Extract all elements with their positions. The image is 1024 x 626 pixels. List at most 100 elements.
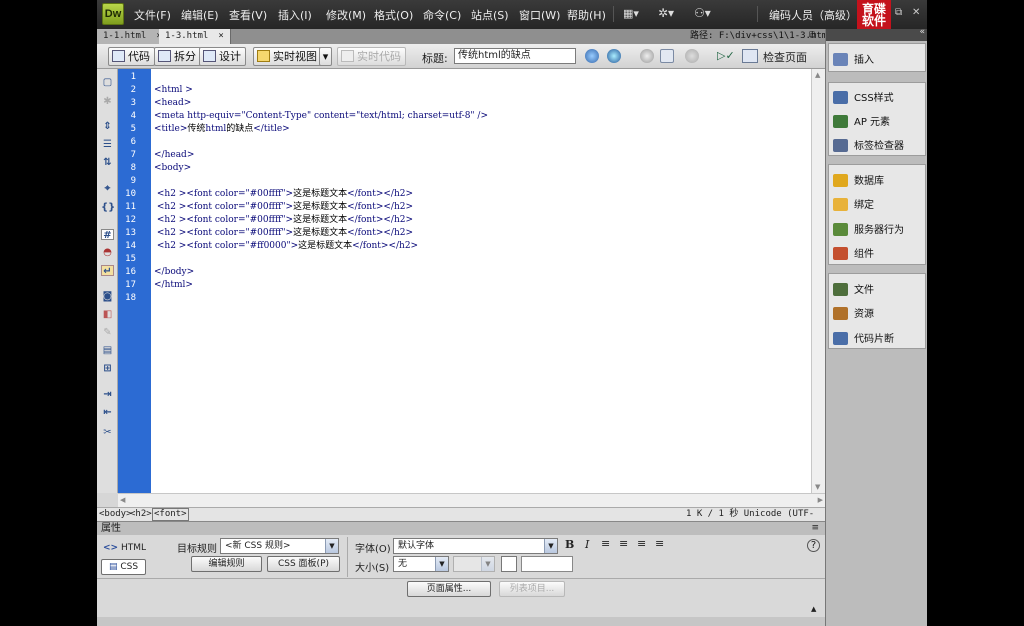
color-picker-swatch[interactable] xyxy=(501,556,517,572)
code-editor[interactable]: <html > <head> <meta http-equiv="Content-T… xyxy=(151,69,811,493)
refresh-icon[interactable] xyxy=(640,49,654,63)
menu-file[interactable]: 文件(F) xyxy=(134,7,171,23)
menu-commands[interactable]: 命令(C) xyxy=(423,7,461,23)
tag-selector-font[interactable]: <font> xyxy=(152,508,189,521)
scroll-up-icon[interactable]: ▲ xyxy=(815,71,820,79)
align-center-icon[interactable]: ≡ xyxy=(619,537,628,550)
remove-comment-icon[interactable]: ✎ xyxy=(101,327,114,338)
properties-header[interactable]: 属性 ≡ xyxy=(97,521,825,535)
tab-1-1-html[interactable]: 1-1.html× xyxy=(97,29,169,44)
panel-insert[interactable]: 插入 xyxy=(833,51,874,66)
menu-site[interactable]: 站点(S) xyxy=(471,7,509,23)
align-right-icon[interactable]: ≡ xyxy=(637,537,646,550)
expand-all-icon[interactable]: ⇅ xyxy=(101,157,114,168)
restore-icon[interactable]: ⧉ xyxy=(895,7,902,18)
panel-assets[interactable]: 资源 xyxy=(833,305,874,320)
code-token: <h2 ><font color="#00ffff"> xyxy=(154,215,294,225)
target-rule-select[interactable]: <新 CSS 规则> ▼ xyxy=(220,538,339,554)
size-select[interactable]: 无 ▼ xyxy=(393,556,449,572)
server-behaviors-icon xyxy=(833,223,848,236)
live-view-button[interactable]: 实时视图 xyxy=(253,47,322,66)
scroll-down-icon[interactable]: ▼ xyxy=(815,483,820,491)
collapse-dock-icon[interactable]: « xyxy=(919,27,925,37)
css-panel-button[interactable]: CSS 面板(P) xyxy=(267,556,340,572)
align-left-icon[interactable]: ≡ xyxy=(601,537,610,550)
show-code-navigator-icon[interactable]: ✱ xyxy=(101,96,114,107)
live-view-dropdown[interactable]: ▾ xyxy=(319,47,332,66)
live-code-button[interactable]: 实时代码 xyxy=(337,47,406,66)
tab-1-3-html[interactable]: 1-3.html × xyxy=(159,29,231,44)
workspace-switcher[interactable]: 编码人员（高级） xyxy=(769,7,857,23)
panel-css-styles[interactable]: CSS样式 xyxy=(833,89,894,104)
list-item-button[interactable]: 列表项目... xyxy=(499,581,565,597)
page-properties-button[interactable]: 页面属性... xyxy=(407,581,491,597)
menu-insert[interactable]: 插入(I) xyxy=(278,7,312,23)
format-source-icon[interactable]: ✂ xyxy=(101,427,114,438)
highlight-invalid-code-icon[interactable]: ◓ xyxy=(101,247,114,258)
color-input[interactable] xyxy=(521,556,573,572)
preview-browser-icon[interactable] xyxy=(607,49,621,63)
menu-view[interactable]: 查看(V) xyxy=(229,7,267,23)
restore-doc-icon[interactable]: ⧉ xyxy=(809,30,816,41)
italic-icon[interactable]: I xyxy=(585,538,589,551)
syntax-error-icon[interactable]: ◙ xyxy=(101,291,114,302)
tag-selector-h2[interactable]: <h2> xyxy=(130,508,152,521)
dreamweaver-logo-icon: Dw xyxy=(102,3,124,25)
collapse-selection-icon[interactable]: ☰ xyxy=(101,139,114,150)
panel-ap-elements[interactable]: AP 元素 xyxy=(833,113,890,128)
scroll-left-icon[interactable]: ◀ xyxy=(120,496,125,504)
select-parent-tag-icon[interactable]: ⌖ xyxy=(101,183,114,194)
panel-tag-inspector[interactable]: 标签检查器 xyxy=(833,137,904,152)
panel-snippets[interactable]: 代码片断 xyxy=(833,330,894,345)
layout-icon[interactable]: ▦▾ xyxy=(623,7,639,20)
code-view-button[interactable]: 代码 xyxy=(108,47,155,66)
panel-server-behaviors[interactable]: 服务器行为 xyxy=(833,221,904,236)
wrap-tag-icon[interactable]: ▤ xyxy=(101,345,114,356)
validate-icon[interactable]: ▷✓ xyxy=(717,49,735,62)
scroll-right-icon[interactable]: ▶ xyxy=(818,496,823,504)
vertical-scrollbar[interactable]: ▲ ▼ xyxy=(811,69,825,493)
file-management-icon[interactable] xyxy=(585,49,599,63)
visual-aids-icon[interactable] xyxy=(685,49,699,63)
apply-comment-icon[interactable]: ◧ xyxy=(101,309,114,320)
view-options-icon[interactable] xyxy=(660,49,674,63)
font-select[interactable]: 默认字体 ▼ xyxy=(393,538,558,554)
menu-modify[interactable]: 修改(M) xyxy=(326,7,366,23)
menu-format[interactable]: 格式(O) xyxy=(374,7,413,23)
balance-braces-icon[interactable]: {} xyxy=(101,202,115,213)
design-view-button[interactable]: 设计 xyxy=(199,47,246,66)
bold-icon[interactable]: B xyxy=(565,538,574,551)
recent-snippets-icon[interactable]: ⊞ xyxy=(101,363,114,374)
collapse-full-tag-icon[interactable]: ⇕ xyxy=(101,121,114,132)
close-window-icon[interactable]: ✕ xyxy=(912,7,920,18)
code-line: <h2 ><font color="#ff0000">这是标题文本</font>… xyxy=(154,240,418,253)
menu-help[interactable]: 帮助(H) xyxy=(567,7,606,23)
help-icon[interactable]: ? xyxy=(807,539,820,552)
check-page-button[interactable]: 检查页面 xyxy=(763,49,807,65)
panel-files[interactable]: 文件 xyxy=(833,281,874,296)
title-input[interactable]: 传统html的缺点 xyxy=(454,48,576,64)
panel-components[interactable]: 组件 xyxy=(833,245,874,260)
html-mode-button[interactable]: <> HTML xyxy=(103,543,146,553)
word-wrap-icon[interactable]: ↵ xyxy=(101,265,114,277)
horizontal-scrollbar[interactable]: ◀ ▶ xyxy=(118,493,825,507)
indent-code-icon[interactable]: ⇥ xyxy=(101,389,114,400)
menu-edit[interactable]: 编辑(E) xyxy=(181,7,219,23)
collapse-properties-icon[interactable]: ▲ xyxy=(811,605,816,613)
open-documents-icon[interactable]: ▢ xyxy=(101,77,114,88)
size-unit-select[interactable]: ▼ xyxy=(453,556,495,572)
panel-databases[interactable]: 数据库 xyxy=(833,172,884,187)
extend-gear-icon[interactable]: ✲▾ xyxy=(658,6,674,20)
site-icon[interactable]: ⚇▾ xyxy=(694,6,711,20)
panel-options-icon[interactable]: ≡ xyxy=(811,522,819,535)
outdent-code-icon[interactable]: ⇤ xyxy=(101,407,114,418)
css-mode-button[interactable]: ▤ CSS xyxy=(101,559,146,575)
tag-selector-body[interactable]: <body> xyxy=(99,508,132,521)
justify-icon[interactable]: ≡ xyxy=(655,537,664,550)
close-tab-icon[interactable]: × xyxy=(218,31,223,41)
panel-bindings[interactable]: 绑定 xyxy=(833,196,874,211)
menu-window[interactable]: 窗口(W) xyxy=(519,7,560,23)
split-view-button[interactable]: 拆分 xyxy=(154,47,201,66)
line-numbers-icon[interactable]: # xyxy=(101,229,114,241)
edit-rule-button[interactable]: 编辑规则 xyxy=(191,556,262,572)
